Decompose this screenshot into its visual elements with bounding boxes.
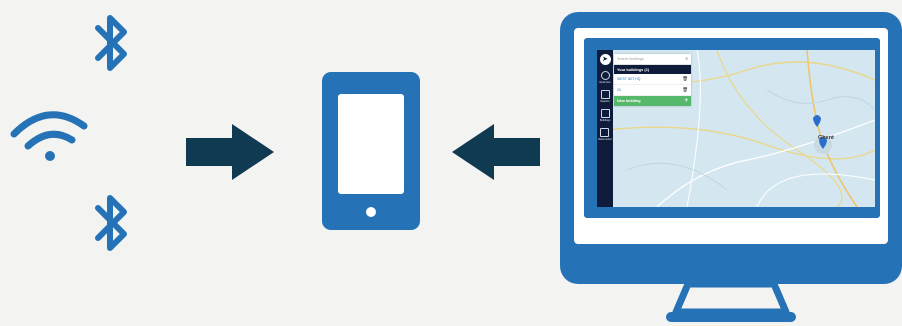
plus-icon: + [684, 98, 688, 104]
document-icon [600, 109, 610, 118]
sidebar-item-reports[interactable]: Reports [600, 90, 610, 103]
list-item[interactable]: 23 🗑 [614, 85, 691, 96]
monitor-screen-app: ➤ Real time Reports Buildings Data cente… [597, 50, 875, 207]
new-building-label: New building [617, 99, 641, 103]
buildings-panel: Search buildings ⌕ Your buildings (2) WE… [614, 54, 691, 106]
map-city-label: Ghent [818, 135, 834, 141]
wifi-icon [10, 111, 88, 161]
trash-icon[interactable]: 🗑 [682, 87, 688, 93]
search-placeholder: Search buildings [617, 57, 644, 61]
building-name: 23 [617, 88, 621, 92]
sidebar-item-buildings[interactable]: Buildings [599, 109, 611, 122]
navigation-arrow-icon[interactable]: ➤ [599, 54, 611, 65]
trash-icon[interactable]: 🗑 [682, 76, 688, 82]
buildings-header: Your buildings (2) [614, 65, 691, 74]
sidebar-item-label: Buildings [599, 119, 611, 122]
clock-icon [600, 71, 610, 80]
arrow-right-icon [186, 124, 274, 180]
arrow-left-icon [452, 124, 540, 180]
sidebar-item-label: Reports [600, 100, 610, 103]
warning-icon [600, 128, 610, 137]
bluetooth-icon [95, 195, 127, 251]
smartphone-icon [322, 72, 420, 230]
chart-icon [600, 90, 610, 99]
search-input[interactable]: Search buildings ⌕ [614, 54, 691, 65]
app-sidebar: ➤ Real time Reports Buildings Data cente… [597, 50, 613, 207]
search-icon[interactable]: ⌕ [685, 56, 688, 62]
sidebar-item-data-center[interactable]: Data center [598, 128, 612, 141]
building-name: WEST NET HQ [617, 77, 641, 81]
list-item[interactable]: WEST NET HQ 🗑 [614, 74, 691, 85]
sidebar-item-label: Real time [599, 81, 611, 84]
bluetooth-icon [95, 15, 127, 71]
sidebar-item-real-time[interactable]: Real time [599, 71, 611, 84]
new-building-button[interactable]: New building + [614, 96, 691, 106]
sidebar-item-label: Data center [598, 138, 612, 141]
